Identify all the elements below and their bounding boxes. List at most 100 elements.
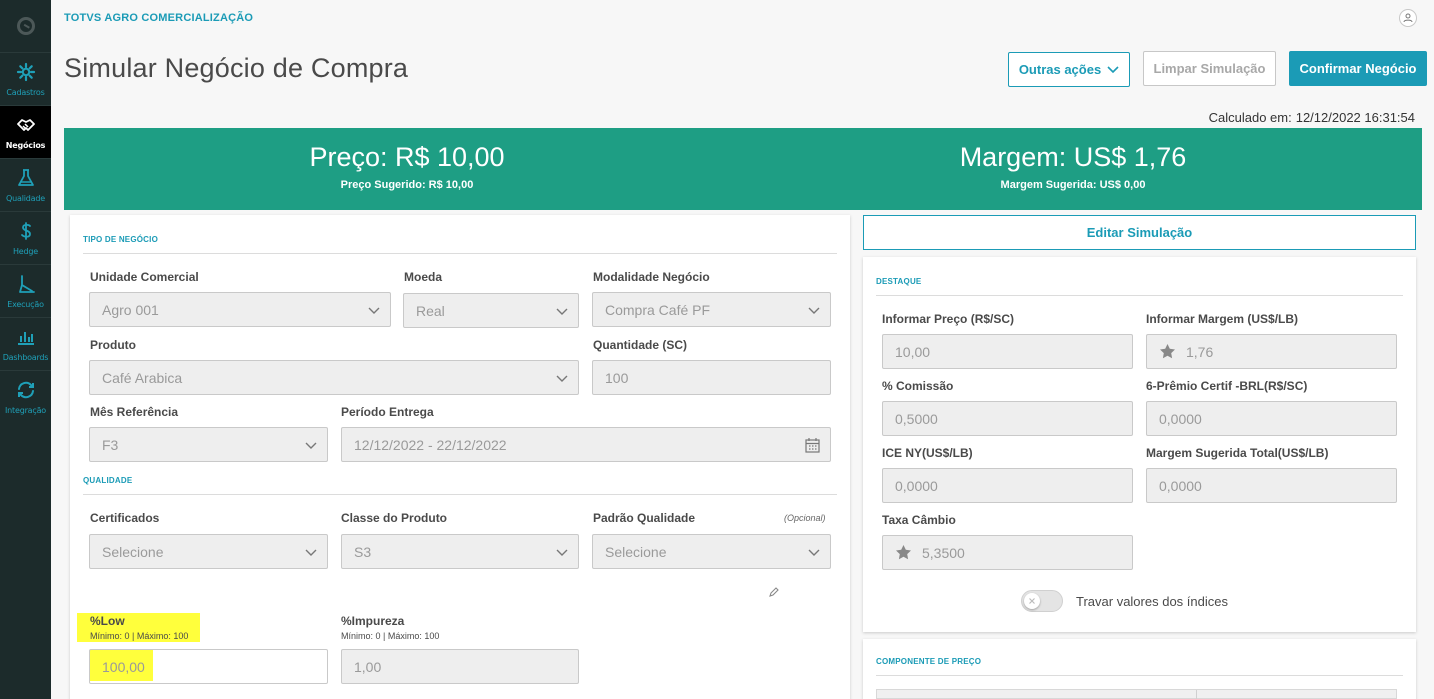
produto-label: Produto [90,338,136,352]
lock-indices-toggle[interactable] [1021,590,1063,612]
margem-sugerida-total-input[interactable]: 0,0000 [1146,468,1397,503]
padrao-qualidade-select[interactable]: Selecione [592,534,831,569]
section-title-componente: COMPONENTE DE PREÇO [876,657,982,666]
certificados-value: Selecione [102,543,164,560]
margin-value: Margem: US$ 1,76 [959,142,1187,172]
chevron-down-icon [368,307,380,314]
chevron-down-icon [808,307,820,314]
produto-value: Café Arabica [102,369,183,386]
moeda-label: Moeda [404,270,443,284]
certificados-label: Certificados [90,511,160,525]
quantidade-value: 100 [605,369,629,386]
margin-suggested: Margem Sugerida: US$ 0,00 [1000,179,1146,191]
toggle-knob [1024,593,1040,609]
other-actions-button[interactable]: Outras ações [1008,52,1130,87]
comissao-label: % Comissão [882,379,954,393]
sidebar-item-qualidade[interactable]: Qualidade [0,158,51,211]
informar-preco-input[interactable]: 10,00 [882,334,1133,369]
classe-produto-select[interactable]: S3 [341,534,579,569]
chevron-down-icon [556,375,568,382]
flask-icon [17,168,34,186]
sidebar-item-label: Integração [5,405,46,415]
classe-produto-value: S3 [354,543,372,560]
informar-margem-input[interactable]: 1,76 [1146,334,1397,369]
sidebar-item-dashboards[interactable]: Dashboards [0,317,51,370]
price-value: Preço: R$ 10,00 [309,142,505,172]
padrao-qualidade-value: Selecione [605,543,667,560]
section-divider [83,494,837,495]
taxa-cambio-input[interactable]: 5,3500 [882,535,1133,570]
edit-simulation-button[interactable]: Editar Simulação [863,215,1416,250]
periodo-entrega-input[interactable]: 12/12/2022 - 22/12/2022 [341,427,831,462]
periodo-entrega-value: 12/12/2022 - 22/12/2022 [354,436,507,453]
star-icon [1160,344,1175,359]
mes-referencia-select[interactable]: F3 [89,427,328,462]
dollar-icon [20,221,31,240]
moeda-value: Real [416,302,445,319]
premio-certif-value: 0,0000 [1159,410,1202,427]
unidade-label: Unidade Comercial [90,270,199,284]
taxa-cambio-label: Taxa Câmbio [882,513,956,527]
impureza-label: %Impureza [341,614,405,628]
summary-banner: Preço: R$ 10,00 Preço Sugerido: R$ 10,00… [64,128,1422,210]
calculated-label: Calculado em: [1208,110,1292,125]
pencil-icon[interactable] [768,586,780,598]
optional-tag: (Opcional) [784,513,826,523]
certificados-select[interactable]: Selecione [89,534,328,569]
logo-icon [16,17,35,35]
produto-select[interactable]: Café Arabica [89,360,579,395]
sidebar-item-cadastros[interactable]: Cadastros [0,52,51,105]
low-value: 100,00 [102,658,145,675]
star-icon [896,545,911,560]
chevron-down-icon [1107,65,1119,73]
user-profile-button[interactable] [1399,9,1417,27]
mes-referencia-label: Mês Referência [90,405,179,419]
unidade-select[interactable]: Agro 001 [89,292,391,327]
sidebar-item-label: Dashboards [2,352,49,362]
impureza-input[interactable]: 1,00 [341,649,579,684]
calculated-timestamp: 12/12/2022 16:31:54 [1295,110,1415,125]
price-summary: Preço: R$ 10,00 Preço Sugerido: R$ 10,00 [147,141,667,191]
lock-indices-label: Travar valores dos índices [1076,594,1228,609]
app-logo[interactable] [0,0,51,52]
modalidade-select[interactable]: Compra Café PF [592,292,831,327]
company-name: TOTVS AGRO COMERCIALIZAÇÃO [64,12,254,24]
periodo-entrega-label: Período Entrega [341,405,434,419]
sidebar-item-execucao[interactable]: Execução [0,264,51,317]
premio-certif-input[interactable]: 0,0000 [1146,401,1397,436]
section-divider [876,295,1403,296]
page-title: Simular Negócio de Compra [64,53,409,83]
gear-icon [16,62,35,81]
section-title-tipo: TIPO DE NEGÓCIO [83,235,159,244]
padrao-qualidade-label: Padrão Qualidade [593,511,696,525]
low-label: %Low [90,614,125,628]
quantidade-label: Quantidade (SC) [593,338,688,352]
informar-preco-label: Informar Preço (R$/SC) [882,312,1015,326]
impureza-value: 1,00 [354,658,382,675]
moeda-select[interactable]: Real [403,293,579,328]
modalidade-value: Compra Café PF [605,301,711,318]
section-title-destaque: DESTAQUE [876,277,922,286]
sidebar-item-label: Qualidade [6,193,45,203]
quantidade-input[interactable]: 100 [592,360,831,395]
impureza-hint: Mínimo: 0 | Máximo: 100 [341,631,440,641]
sidebar-item-negocios[interactable]: Negócios [0,105,51,158]
margem-sugerida-total-label: Margem Sugerida Total(US$/LB) [1146,446,1329,460]
clear-simulation-button[interactable]: Limpar Simulação [1143,51,1276,86]
sidebar-item-hedge[interactable]: Hedge [0,211,51,264]
user-icon [1403,13,1413,23]
low-input[interactable]: 100,00 [89,649,328,684]
calendar-icon[interactable] [805,437,820,453]
section-title-qualidade: QUALIDADE [83,476,133,485]
bar-chart-icon [17,331,34,345]
ice-ny-input[interactable]: 0,0000 [882,468,1133,503]
componente-table-header [876,689,1397,699]
low-hint: Mínimo: 0 | Máximo: 100 [90,631,189,641]
classe-produto-label: Classe do Produto [341,511,448,525]
comissao-input[interactable]: 0,5000 [882,401,1133,436]
handshake-icon [16,118,35,131]
sidebar-item-integracao[interactable]: Integração [0,370,51,423]
confirm-deal-button[interactable]: Confirmar Negócio [1289,51,1427,86]
comissao-value: 0,5000 [895,410,938,427]
unidade-value: Agro 001 [102,301,159,318]
